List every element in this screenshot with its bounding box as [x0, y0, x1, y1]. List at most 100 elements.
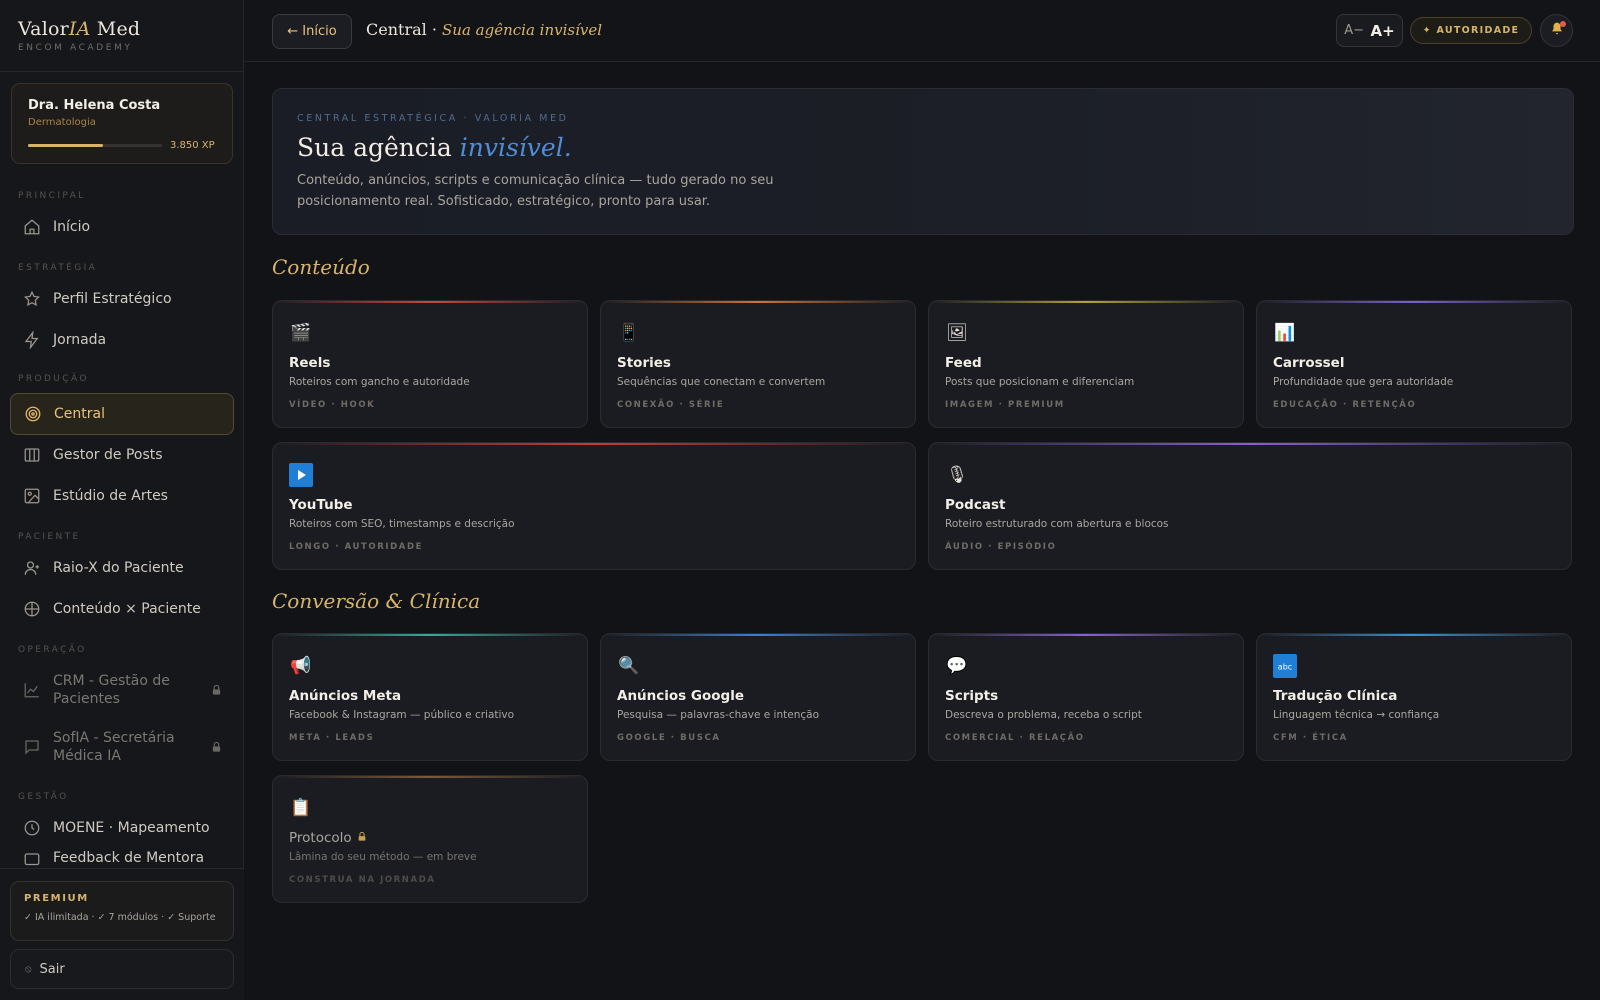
sidebar-item-raio-x[interactable]: Raio-X do Paciente	[10, 548, 234, 588]
logout-icon: ⦸	[25, 963, 32, 975]
chart-line-icon	[22, 680, 42, 700]
card-traducao-clinica[interactable]: abc Tradução Clínica Linguagem técnica → c…	[1256, 633, 1572, 761]
brand: ValorIA Med ENCOM ACADEMY	[0, 0, 243, 72]
nav-section-principal: PRINCIPAL	[18, 191, 86, 201]
sidebar-item-feedback[interactable]: Feedback de Mentora	[10, 850, 234, 868]
image-icon	[22, 486, 42, 506]
card-title: Feed	[945, 355, 982, 371]
hero-title-plain: Sua agência	[297, 133, 460, 162]
breadcrumb: Central · Sua agência invisível	[366, 20, 602, 39]
clipboard-icon: 📋	[290, 798, 312, 818]
card-title: Podcast	[945, 497, 1006, 513]
lock-icon	[211, 740, 222, 758]
nav-section-estrategia: ESTRATÉGIA	[18, 263, 98, 273]
star-icon	[22, 289, 42, 309]
card-tags: GOOGLE · BUSCA	[617, 733, 721, 743]
card-description: Linguagem técnica → confiança	[1273, 709, 1440, 721]
target-icon	[23, 404, 43, 424]
font-decrease-button[interactable]: A−	[1344, 23, 1364, 38]
card-stories[interactable]: 📱 Stories Sequências que conectam e conver…	[600, 300, 916, 428]
card-accent-line	[929, 634, 1243, 636]
card-reels[interactable]: 🎬 Reels Roteiros com gancho e autoridade VÍ…	[272, 300, 588, 428]
font-size-control: A− A+	[1336, 14, 1403, 47]
sidebar-footer: PREMIUM ✓ IA ilimitada · ✓ 7 módulos · ✓…	[0, 868, 244, 1000]
sidebar-item-sofia[interactable]: SofIA - Secretária Médica IA	[10, 722, 234, 772]
authority-badge[interactable]: ✦ AUTORIDADE	[1410, 17, 1532, 44]
card-title: Anúncios Google	[617, 688, 744, 704]
sidebar-item-crm[interactable]: CRM - Gestão de Pacientes	[10, 665, 234, 715]
megaphone-icon: 📢	[290, 656, 312, 676]
sidebar-item-label: Início	[53, 219, 91, 235]
card-tags: COMERCIAL · RELAÇÃO	[945, 733, 1085, 743]
card-tags: LONGO · AUTORIDADE	[289, 542, 424, 552]
logout-label: Sair	[39, 961, 65, 977]
breadcrumb-separator: ·	[426, 20, 443, 39]
sidebar-item-label: Perfil Estratégico	[53, 291, 172, 307]
card-accent-line	[929, 443, 1571, 445]
card-podcast[interactable]: 🎙 Podcast Roteiro estruturado com abertura…	[928, 442, 1572, 570]
card-accent-line	[929, 301, 1243, 303]
card-accent-line	[1257, 301, 1571, 303]
nav-section-producao: PRODUÇÃO	[18, 374, 89, 384]
crosshair-circle-icon	[22, 599, 42, 619]
font-increase-button[interactable]: A+	[1371, 22, 1395, 40]
sidebar-item-label: MOENE · Mapeamento	[53, 820, 210, 836]
card-scripts[interactable]: 💬 Scripts Descreva o problema, receba o sc…	[928, 633, 1244, 761]
chat-icon	[22, 737, 42, 757]
card-tags: CFM · ÉTICA	[1273, 733, 1348, 743]
card-description: Lâmina do seu método — em breve	[289, 851, 477, 863]
card-accent-line	[1257, 634, 1571, 636]
sidebar-item-estudio-artes[interactable]: Estúdio de Artes	[10, 476, 234, 516]
card-feed[interactable]: 🖼 Feed Posts que posicionam e diferenciam I…	[928, 300, 1244, 428]
breadcrumb-main: Central	[366, 20, 427, 39]
sidebar-item-jornada[interactable]: Jornada	[10, 320, 234, 360]
sidebar-item-moene[interactable]: MOENE · Mapeamento	[10, 808, 234, 848]
brand-logo[interactable]: ValorIA Med	[18, 18, 243, 40]
card-anuncios-meta[interactable]: 📢 Anúncios Meta Facebook & Instagram — púb…	[272, 633, 588, 761]
profile-card[interactable]: Dra. Helena Costa Dermatologia 3.850 XP	[11, 83, 233, 164]
sidebar-item-label: Feedback de Mentora	[53, 850, 205, 866]
speech-bubble-icon: 💬	[946, 656, 968, 676]
hero-title-accent: invisível.	[459, 133, 572, 162]
lock-icon	[211, 683, 222, 701]
xp-progress-bar	[28, 144, 162, 147]
clapperboard-icon: 🎬	[290, 323, 312, 343]
card-accent-line	[601, 301, 915, 303]
brand-subtitle: ENCOM ACADEMY	[18, 43, 133, 53]
card-description: Profundidade que gera autoridade	[1273, 376, 1454, 388]
card-title: YouTube	[289, 497, 353, 513]
card-carrossel[interactable]: 📊 Carrossel Profundidade que gera autorida…	[1256, 300, 1572, 428]
card-description: Roteiros com gancho e autoridade	[289, 376, 470, 388]
sidebar-item-label: SofIA - Secretária Médica IA	[53, 730, 175, 764]
card-anuncios-google[interactable]: 🔍 Anúncios Google Pesquisa — palavras-chav…	[600, 633, 916, 761]
premium-features: ✓ IA ilimitada · ✓ 7 módulos · ✓ Suporte	[24, 912, 216, 923]
profile-name: Dra. Helena Costa	[28, 98, 161, 113]
premium-card[interactable]: PREMIUM ✓ IA ilimitada · ✓ 7 módulos · ✓…	[10, 881, 234, 941]
card-title: Reels	[289, 355, 331, 371]
sidebar-item-perfil-estrategico[interactable]: Perfil Estratégico	[10, 279, 234, 319]
abc-input-icon: abc	[1273, 654, 1297, 678]
hero-description: Conteúdo, anúncios, scripts e comunicaçã…	[297, 173, 774, 209]
card-description: Facebook & Instagram — público e criativ…	[289, 709, 515, 721]
magnifier-icon: 🔍	[618, 656, 640, 676]
back-button[interactable]: ← Início	[272, 14, 352, 49]
section-title-conversao: Conversão & Clínica	[272, 589, 481, 613]
card-tags: IMAGEM · PREMIUM	[945, 400, 1065, 410]
card-description: Roteiros com SEO, timestamps e descrição	[289, 518, 515, 530]
sidebar: ValorIA Med ENCOM ACADEMY Dra. Helena Co…	[0, 0, 244, 1000]
card-tags: CONSTRUA NA JORNADA	[289, 875, 436, 885]
picture-icon: 🖼	[946, 323, 968, 343]
sidebar-item-central[interactable]: Central	[10, 393, 234, 435]
card-youtube[interactable]: YouTube Roteiros com SEO, timestamps e de…	[272, 442, 916, 570]
notifications-button[interactable]	[1540, 14, 1573, 47]
card-protocolo[interactable]: 📋 Protocolo Lâmina do seu método — em brev…	[272, 775, 588, 903]
sidebar-item-label: Gestor de Posts	[53, 447, 163, 463]
sidebar-item-conteudo-paciente[interactable]: Conteúdo × Paciente	[10, 589, 234, 629]
card-description: Descreva o problema, receba o script	[945, 709, 1142, 721]
sidebar-item-label: Conteúdo × Paciente	[53, 601, 201, 617]
sidebar-item-inicio[interactable]: Início	[10, 207, 234, 247]
microphone-icon: 🎙	[946, 465, 968, 485]
sidebar-item-gestor-posts[interactable]: Gestor de Posts	[10, 435, 234, 475]
breadcrumb-sub: Sua agência invisível	[442, 21, 603, 39]
logout-button[interactable]: ⦸ Sair	[10, 949, 234, 989]
